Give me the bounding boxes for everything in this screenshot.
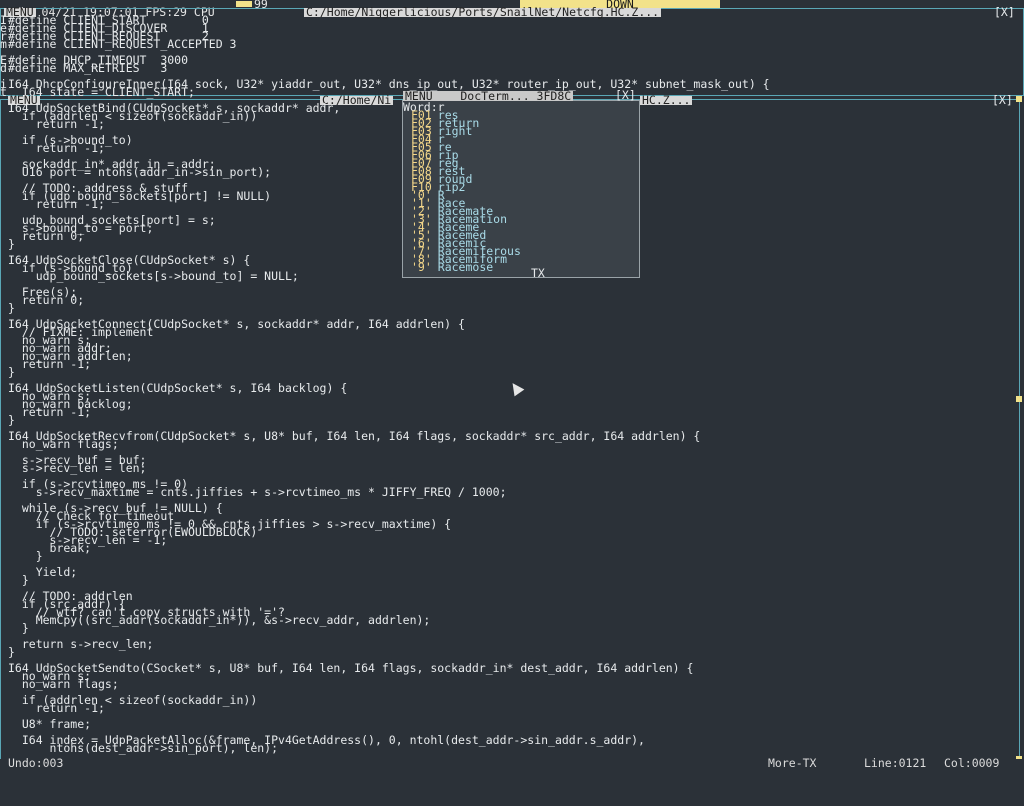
code-line: return -1; <box>8 701 105 715</box>
code-line: s->recv_maxtime = cnts.jiffies + s->rcvt… <box>8 485 507 499</box>
popup-item-value: Racemose <box>437 260 494 274</box>
popup-footer: TX <box>531 266 545 280</box>
code-line: } <box>8 237 15 251</box>
code-line: no_warn flags; <box>8 677 119 691</box>
code-line: return 0; <box>8 293 85 307</box>
code-line: return -1; <box>8 117 105 131</box>
code-line: return -1; <box>8 141 105 155</box>
code-line: } <box>8 621 29 635</box>
popup-close-button[interactable]: [X] <box>615 89 636 101</box>
code-line: } <box>8 301 15 315</box>
code-line: U16 port = ntohs(addr_in->sin_port); <box>8 165 272 179</box>
code-line: s->recv_len = len; <box>8 461 147 475</box>
side-letter: t <box>0 85 7 99</box>
code-line: U8* frame; <box>8 717 92 731</box>
popup-item[interactable]: '9' Racemose <box>411 260 494 274</box>
code-line: I64 UdpSocketSendto(CSocket* s, U8* buf,… <box>8 661 694 675</box>
popup-items[interactable]: F01 res F02 return F03 right F04 r F05 re F06 rip F0… <box>403 109 639 274</box>
code-line: } <box>8 645 15 659</box>
code-line: } <box>8 573 29 587</box>
code-line: ntohs(dest_addr->sin_port), len); <box>8 741 279 755</box>
cpu-value: 99 <box>254 0 268 11</box>
netcfg-code-area[interactable]: #define CLIENT_START 0 #define CLIENT_DIS… <box>8 14 1008 98</box>
side-letter: d <box>0 61 7 75</box>
code-line: return s->recv_len; <box>8 637 154 651</box>
editor-status-bar: Undo:003 More-TX Line:0121 Col:0009 <box>0 756 1024 770</box>
cpu-usage-bar <box>236 1 252 7</box>
code-line: no_warn flags; <box>8 437 119 451</box>
line-indicator: Line:0121 <box>864 756 927 770</box>
code-line: udp_bound_sockets[s->bound_to] = NULL; <box>8 269 299 283</box>
code-line: MemCpy((src_addr(sockaddr_in*)), &s->rec… <box>8 613 431 627</box>
code-line: return -1; <box>8 357 92 371</box>
code-line: } <box>8 413 15 427</box>
code-line: } <box>8 549 43 563</box>
code-line: return -1; <box>8 197 105 211</box>
code-line: #define CLIENT_REQUEST_ACCEPTED 3 <box>8 37 237 51</box>
more-indicator: More-TX <box>768 756 817 770</box>
undo-count: Undo:003 <box>8 756 64 770</box>
scroll-thumb-right[interactable] <box>1016 396 1022 402</box>
code-line: #define MAX_RETRIES 3 <box>8 61 168 75</box>
side-letter: m <box>0 37 7 51</box>
autocomplete-popup[interactable]: MENU DocTerm... 3FD8C [X] Word:r F01 res F… <box>402 89 640 280</box>
code-line: return 0; <box>8 229 85 243</box>
scroll-thumb-top[interactable] <box>1016 96 1022 102</box>
code-line: return -1; <box>8 405 92 419</box>
col-indicator: Col:0009 <box>944 756 1000 770</box>
popup-item-key: '9' <box>411 260 432 274</box>
code-line: } <box>8 365 15 379</box>
